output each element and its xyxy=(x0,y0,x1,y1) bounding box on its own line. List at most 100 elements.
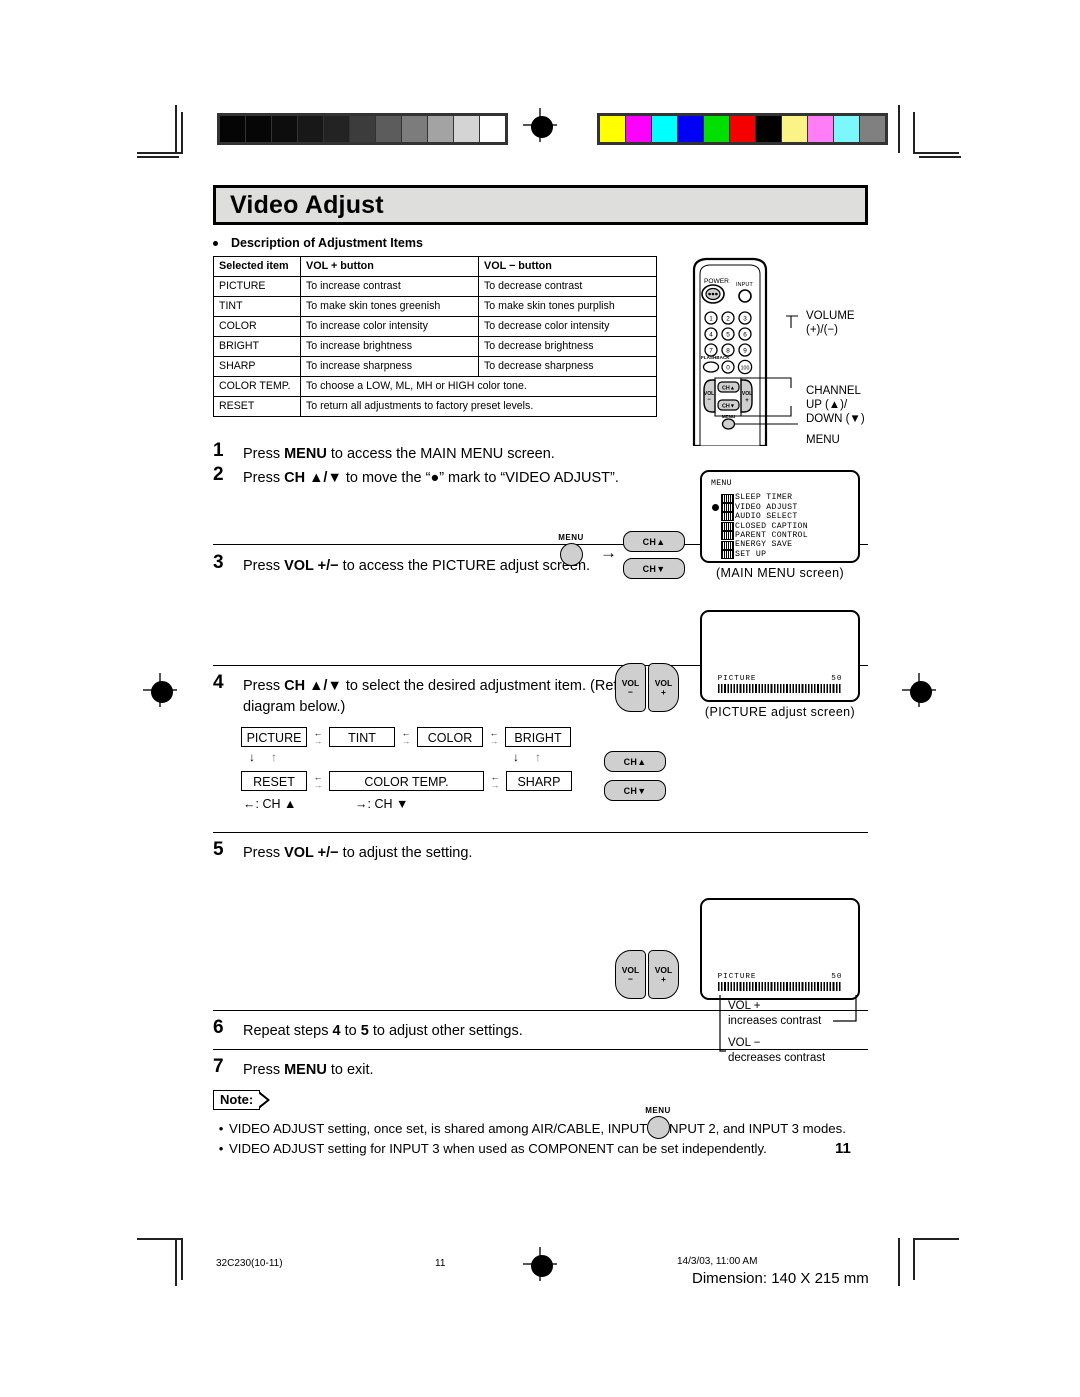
calibration-swatch xyxy=(324,116,349,142)
ch-down-button-step2[interactable]: CH▼ xyxy=(623,558,685,579)
footer-timestamp: 14/3/03, 11:00 AM xyxy=(677,1256,758,1267)
main-menu-item[interactable]: ENERGY SAVE xyxy=(721,540,858,550)
table-cell-item: COLOR xyxy=(213,316,301,337)
table-row: COLOR To increase color intensity To decre… xyxy=(213,316,657,337)
table-row: COLOR TEMP. To choose a LOW, ML, MH or HI… xyxy=(213,376,657,397)
step-4-key: CH ▲/▼ xyxy=(284,678,342,694)
svg-text:100: 100 xyxy=(741,365,750,371)
step-6-ref-a: 4 xyxy=(332,1023,341,1039)
table-cell-item: PICTURE xyxy=(213,276,301,297)
vol-minus-button-step3[interactable]: VOL − xyxy=(615,663,646,712)
flow-arrows-5: ← → xyxy=(490,772,500,790)
bullet-dot-icon xyxy=(213,240,218,246)
flow-box-color[interactable]: COLOR xyxy=(417,727,483,747)
main-menu-item[interactable]: PARENT CONTROL xyxy=(721,531,858,541)
flow-box-bright[interactable]: BRIGHT xyxy=(505,727,571,747)
svg-text:0: 0 xyxy=(726,364,730,371)
main-menu-item[interactable]: AUDIO SELECT xyxy=(721,512,858,522)
table-cell-description: To return all adjustments to factory pre… xyxy=(300,396,657,417)
flow-box-tint[interactable]: TINT xyxy=(329,727,395,747)
note-bullet-1: • VIDEO ADJUST setting, once set, is sha… xyxy=(213,1119,868,1138)
menu-selection-marker-icon xyxy=(712,504,719,512)
main-menu-screen-caption: (MAIN MENU screen) xyxy=(715,566,845,580)
calibration-swatch xyxy=(626,116,651,142)
vol-plus-button-step5[interactable]: VOL + xyxy=(648,950,679,999)
table-row: RESET To return all adjustments to factor… xyxy=(213,396,657,417)
table-cell-vol-minus: To decrease sharpness xyxy=(478,356,657,377)
step-6-ref-b: 5 xyxy=(360,1023,369,1039)
main-menu-item[interactable]: SET UP xyxy=(721,550,858,560)
svg-text:2: 2 xyxy=(726,315,730,322)
menu-button-label-step2: MENU xyxy=(558,533,584,542)
picture-level-bar xyxy=(717,684,843,693)
arrow-right-step2: → xyxy=(600,543,617,562)
ch-down-button-step4[interactable]: CH▼ xyxy=(604,780,666,801)
step-7-text-a: Press xyxy=(243,1062,285,1078)
calibration-swatch xyxy=(272,116,297,142)
vol-plus-sign-step3: + xyxy=(661,686,666,697)
grayscale-calibration-bar xyxy=(217,113,508,145)
picture-adjust-screen-block: PICTURE 50 (PICTURE adjust screen) xyxy=(700,610,860,719)
step-5: 5 Press VOL +/− to adjust the setting. xyxy=(213,839,868,867)
menu-item-icon xyxy=(721,540,734,550)
table-cell-item: COLOR TEMP. xyxy=(213,376,301,397)
menu-button-step2[interactable]: MENU xyxy=(548,533,594,566)
step-1-text-a: Press xyxy=(243,446,285,462)
callout-channel-label: CHANNEL xyxy=(806,385,861,397)
svg-text:FLASHBACK: FLASHBACK xyxy=(701,355,730,360)
calibration-swatch xyxy=(246,116,271,142)
adjustment-flow-diagram: PICTURE ← → TINT ← → COLOR ← → BRIGHT ↓ ↑ ↓… xyxy=(213,724,868,834)
flow-box-color-temp[interactable]: COLOR TEMP. xyxy=(329,771,484,791)
main-menu-item[interactable]: SLEEP TIMER xyxy=(721,493,858,503)
flow-box-picture[interactable]: PICTURE xyxy=(241,727,307,747)
flow-legend-right: →: CH ▼ xyxy=(355,797,409,811)
menu-button-step7[interactable]: MENU xyxy=(635,1106,681,1139)
svg-text:4: 4 xyxy=(709,331,713,338)
flow-box-sharp[interactable]: SHARP xyxy=(506,771,572,791)
table-cell-item: BRIGHT xyxy=(213,336,301,357)
menu-button-circle-step2[interactable] xyxy=(559,543,583,566)
note-bullet-2-text: VIDEO ADJUST setting for INPUT 3 when us… xyxy=(229,1141,767,1156)
menu-button-circle-step7[interactable] xyxy=(646,1116,670,1139)
ch-up-button-step4[interactable]: CH▲ xyxy=(604,751,666,772)
table-header-0: Selected item xyxy=(213,256,301,277)
picture-value-step5: 50 xyxy=(831,973,843,981)
remote-callout-channel: CHANNEL UP (▲)/ DOWN (▼) xyxy=(806,384,865,426)
table-cell-item: RESET xyxy=(213,396,301,417)
ch-up-button-step2[interactable]: CH▲ xyxy=(623,531,685,552)
section-heading: Description of Adjustment Items xyxy=(213,236,868,250)
table-header-1: VOL + button xyxy=(300,256,479,277)
flow-box-reset[interactable]: RESET xyxy=(241,771,307,791)
remote-callout-volume: VOLUME (+)/(−) xyxy=(806,309,855,337)
vol-plus-button-step3[interactable]: VOL + xyxy=(648,663,679,712)
step-4-text-a: Press xyxy=(243,678,285,694)
picture-value: 50 xyxy=(831,675,843,683)
vol-minus-sign-step5: − xyxy=(628,973,633,984)
picture-bar-labels: PICTURE 50 xyxy=(718,675,843,683)
flow-arrows-1: ← → xyxy=(313,728,323,746)
main-menu-item[interactable]: CLOSED CAPTION xyxy=(721,522,858,531)
step-5-key: VOL +/− xyxy=(284,845,339,861)
table-cell-item: SHARP xyxy=(213,356,301,377)
vol-minus-button-step5[interactable]: VOL − xyxy=(615,950,646,999)
main-menu-item-label: AUDIO SELECT xyxy=(735,512,798,522)
step-2-text-a: Press xyxy=(243,470,285,486)
table-row: SHARP To increase sharpness To decrease sh… xyxy=(213,356,657,377)
step-2-key: CH ▲/▼ xyxy=(284,470,342,486)
step-6-text-b: to xyxy=(340,1023,361,1039)
flow-arrow-up-left: ↑ xyxy=(271,750,277,764)
menu-item-icon xyxy=(721,521,734,531)
note-bullets: • VIDEO ADJUST setting, once set, is sha… xyxy=(213,1119,868,1158)
callout-channel-down: DOWN (▼) xyxy=(806,413,865,425)
callout-menu-label: MENU xyxy=(806,434,840,446)
main-menu-screen: MENU SLEEP TIMER VIDEO ADJUST AUDIO SELECT… xyxy=(700,470,860,563)
menu-item-icon xyxy=(721,531,734,541)
svg-text:9: 9 xyxy=(743,347,747,354)
footer-page-number: 11 xyxy=(435,1258,446,1269)
flow-arrow-down-left: ↓ xyxy=(249,750,255,764)
main-menu-item[interactable]: VIDEO ADJUST xyxy=(712,503,858,513)
table-row: BRIGHT To increase brightness To decrease … xyxy=(213,336,657,357)
registration-target-bottom xyxy=(523,1247,557,1281)
main-menu-screen-content: MENU SLEEP TIMER VIDEO ADJUST AUDIO SELECT… xyxy=(711,479,858,560)
section-heading-label: Description of Adjustment Items xyxy=(231,236,423,250)
